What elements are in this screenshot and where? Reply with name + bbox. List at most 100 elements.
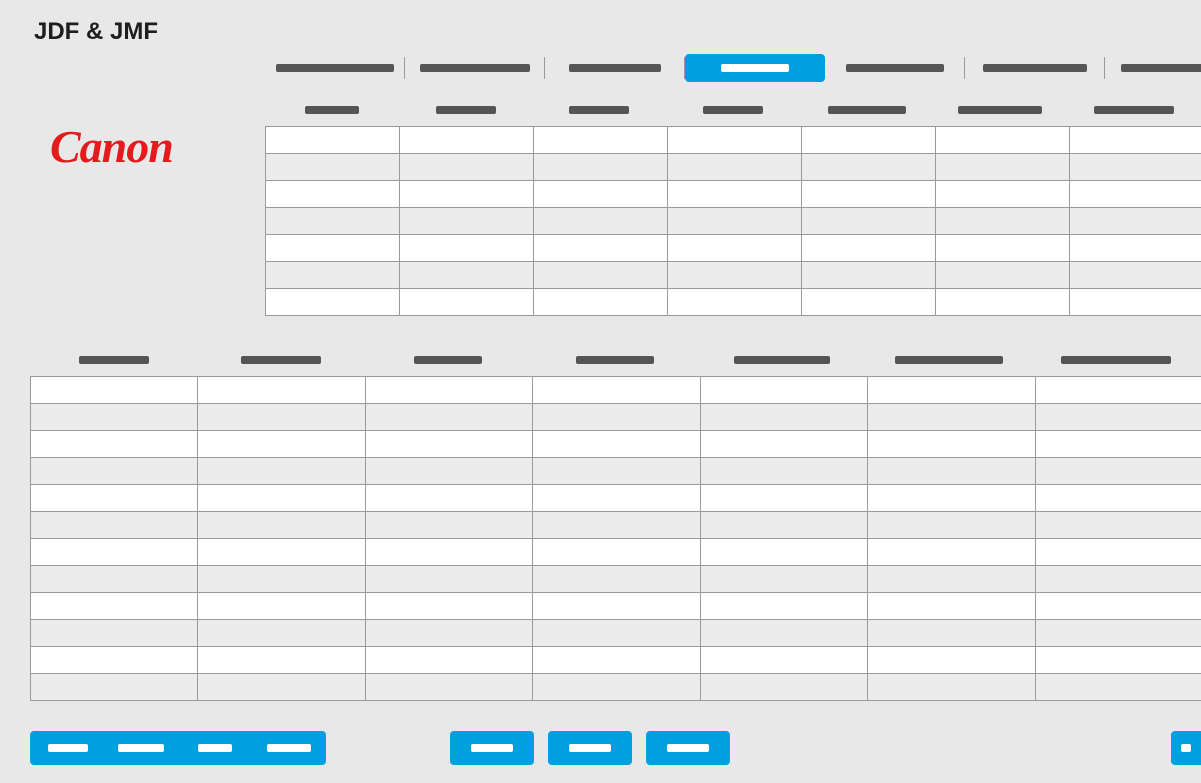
table-cell[interactable]	[700, 593, 867, 620]
table-cell[interactable]	[266, 127, 400, 154]
table-row[interactable]	[266, 154, 1201, 181]
table-row[interactable]	[31, 620, 1201, 647]
table-row[interactable]	[31, 566, 1201, 593]
table-cell[interactable]	[700, 431, 867, 458]
table-cell[interactable]	[868, 404, 1035, 431]
table-cell[interactable]	[266, 289, 400, 316]
table-cell[interactable]	[802, 235, 936, 262]
table-cell[interactable]	[31, 674, 198, 701]
column-header[interactable]	[865, 350, 1032, 370]
table-row[interactable]	[266, 262, 1201, 289]
table-cell[interactable]	[1070, 181, 1201, 208]
table-cell[interactable]	[1035, 458, 1201, 485]
column-header[interactable]	[197, 350, 364, 370]
footer-button[interactable]	[548, 731, 632, 765]
table-row[interactable]	[266, 127, 1201, 154]
table-cell[interactable]	[534, 127, 668, 154]
table-cell[interactable]	[533, 458, 700, 485]
table-cell[interactable]	[936, 262, 1070, 289]
table-cell[interactable]	[266, 208, 400, 235]
table-cell[interactable]	[668, 262, 802, 289]
table-row[interactable]	[266, 208, 1201, 235]
table-row[interactable]	[31, 485, 1201, 512]
column-header[interactable]	[364, 350, 531, 370]
table-cell[interactable]	[1070, 127, 1201, 154]
table-cell[interactable]	[700, 647, 867, 674]
table-cell[interactable]	[534, 235, 668, 262]
footer-button[interactable]	[104, 731, 178, 765]
table-cell[interactable]	[365, 674, 532, 701]
table-cell[interactable]	[802, 181, 936, 208]
table-cell[interactable]	[198, 539, 365, 566]
table-cell[interactable]	[1070, 208, 1201, 235]
table-cell[interactable]	[198, 647, 365, 674]
table-cell[interactable]	[534, 181, 668, 208]
table-cell[interactable]	[31, 539, 198, 566]
table-cell[interactable]	[31, 404, 198, 431]
table-cell[interactable]	[700, 485, 867, 512]
table-cell[interactable]	[868, 431, 1035, 458]
table-cell[interactable]	[534, 289, 668, 316]
table-cell[interactable]	[533, 620, 700, 647]
table-cell[interactable]	[533, 431, 700, 458]
table-cell[interactable]	[198, 485, 365, 512]
table-cell[interactable]	[31, 620, 198, 647]
table-cell[interactable]	[400, 208, 534, 235]
table-cell[interactable]	[31, 566, 198, 593]
table-cell[interactable]	[668, 154, 802, 181]
table-cell[interactable]	[700, 539, 867, 566]
table-cell[interactable]	[400, 127, 534, 154]
table-cell[interactable]	[533, 566, 700, 593]
table-cell[interactable]	[700, 674, 867, 701]
table-cell[interactable]	[936, 289, 1070, 316]
table-cell[interactable]	[365, 431, 532, 458]
table-cell[interactable]	[936, 181, 1070, 208]
table-cell[interactable]	[365, 566, 532, 593]
table-cell[interactable]	[868, 620, 1035, 647]
table-cell[interactable]	[1035, 674, 1201, 701]
table-cell[interactable]	[802, 262, 936, 289]
table-cell[interactable]	[668, 208, 802, 235]
footer-button[interactable]	[30, 731, 104, 765]
tab-0[interactable]	[265, 57, 405, 79]
table-cell[interactable]	[668, 181, 802, 208]
table-cell[interactable]	[266, 262, 400, 289]
table-cell[interactable]	[668, 127, 802, 154]
table-cell[interactable]	[700, 458, 867, 485]
table-cell[interactable]	[668, 235, 802, 262]
table-cell[interactable]	[31, 647, 198, 674]
table-cell[interactable]	[868, 485, 1035, 512]
table-cell[interactable]	[31, 512, 198, 539]
table-cell[interactable]	[365, 485, 532, 512]
footer-button[interactable]	[178, 731, 252, 765]
table-cell[interactable]	[534, 208, 668, 235]
table-cell[interactable]	[365, 377, 532, 404]
column-header[interactable]	[800, 100, 934, 120]
table-row[interactable]	[31, 431, 1201, 458]
table-row[interactable]	[31, 674, 1201, 701]
table-cell[interactable]	[1070, 262, 1201, 289]
table-cell[interactable]	[533, 647, 700, 674]
table-cell[interactable]	[868, 566, 1035, 593]
table-row[interactable]	[31, 647, 1201, 674]
column-header[interactable]	[265, 100, 399, 120]
table-cell[interactable]	[1035, 485, 1201, 512]
table-cell[interactable]	[198, 431, 365, 458]
table-cell[interactable]	[936, 127, 1070, 154]
tab-3[interactable]	[685, 54, 825, 82]
table-cell[interactable]	[802, 154, 936, 181]
table-cell[interactable]	[700, 566, 867, 593]
table-cell[interactable]	[700, 620, 867, 647]
column-header[interactable]	[698, 350, 865, 370]
table-row[interactable]	[31, 512, 1201, 539]
table-cell[interactable]	[533, 674, 700, 701]
table-cell[interactable]	[400, 154, 534, 181]
table-cell[interactable]	[868, 674, 1035, 701]
table-row[interactable]	[31, 377, 1201, 404]
column-header[interactable]	[934, 100, 1068, 120]
table-cell[interactable]	[1035, 404, 1201, 431]
table-cell[interactable]	[365, 620, 532, 647]
table-cell[interactable]	[198, 674, 365, 701]
table-row[interactable]	[266, 289, 1201, 316]
column-header[interactable]	[1067, 100, 1201, 120]
